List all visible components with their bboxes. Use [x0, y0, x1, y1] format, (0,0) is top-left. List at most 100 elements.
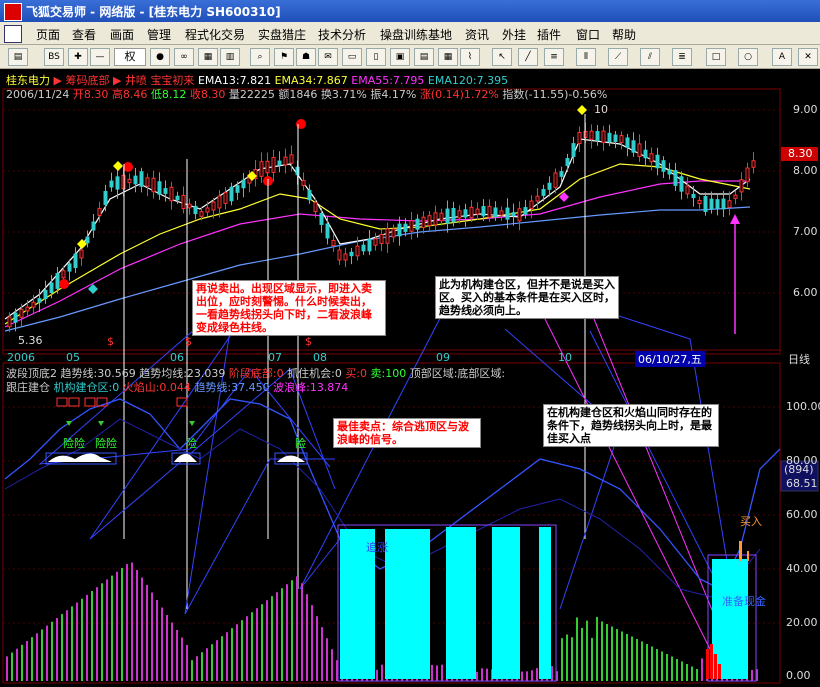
candle-body [499, 210, 504, 216]
candle-body [673, 170, 678, 186]
candle-body [637, 143, 642, 158]
chat-icon[interactable]: ✉ [318, 48, 338, 66]
histogram-bar [326, 638, 328, 681]
histogram-bar [56, 617, 58, 681]
candle-body [19, 308, 24, 318]
bsi-icon[interactable]: BS [44, 48, 64, 66]
candle-body [385, 228, 390, 244]
period-select[interactable]: 权 [114, 48, 146, 66]
ind-y-0: 0.00 [786, 669, 811, 682]
layout2-icon[interactable]: ▯ [366, 48, 386, 66]
rect-tool-icon[interactable]: □ [706, 48, 726, 66]
histogram-bar [311, 605, 313, 681]
candle-body [523, 207, 528, 215]
window-title: 飞狐交易师 - 网络版 - [桂东电力 SH600310] [26, 5, 281, 19]
parallel-tool-icon[interactable]: ≣ [672, 48, 692, 66]
candle-body [361, 244, 366, 252]
candle-body [319, 213, 324, 225]
histogram-bar [131, 562, 133, 681]
candle-body [667, 169, 672, 175]
histogram-bar [256, 608, 258, 681]
menu-help[interactable]: 帮助 [612, 26, 636, 43]
candle-body [313, 201, 318, 213]
candle-body [103, 190, 108, 206]
candle-body [7, 316, 12, 328]
candle-body [259, 161, 264, 177]
candle-body [715, 199, 720, 209]
minus-icon[interactable]: — [90, 48, 110, 66]
histogram-bar [691, 666, 693, 681]
histogram-bar [281, 588, 283, 681]
grid-icon[interactable]: ▦ [198, 48, 218, 66]
toggle-icon[interactable]: ● [150, 48, 170, 66]
menu-window[interactable]: 窗口 [576, 26, 600, 43]
histogram-bar [46, 625, 48, 681]
move-icon[interactable]: ✚ [68, 48, 88, 66]
histogram-bar [531, 670, 533, 681]
channel-tool-icon[interactable]: ⫽ [640, 48, 660, 66]
histogram-bar [616, 629, 618, 681]
date-label-07: 07 [268, 351, 282, 364]
alarm-icon[interactable]: ⚑ [274, 48, 294, 66]
document-icon[interactable] [4, 25, 22, 43]
group-icon[interactable]: ☗ [296, 48, 316, 66]
indicator-line-2: 跟庄建仓 机构建仓区:0 火焰山:0.044 趋势线:37.450 波浪峰:13… [6, 379, 348, 395]
ind-y-40: 40.00 [786, 562, 818, 575]
candle-body [631, 140, 636, 153]
top-zone-boxes [56, 397, 188, 407]
chart-icon[interactable]: ⌇ [460, 48, 480, 66]
menu-view[interactable]: 查看 [72, 26, 96, 43]
menu-screen[interactable]: 画面 [110, 26, 134, 43]
risk-label-3: 险 [186, 437, 197, 450]
y-label-7: 7.00 [793, 225, 818, 238]
hline-tool-icon[interactable]: ≡ [544, 48, 564, 66]
link-icon[interactable]: ∞ [174, 48, 194, 66]
menu-training-base[interactable]: 操盘训练基地 [380, 26, 452, 43]
table-icon[interactable]: ▥ [220, 48, 240, 66]
candle-body [223, 192, 228, 204]
menu-live-hunt[interactable]: 实盘猎庄 [258, 26, 306, 43]
histogram-bar [486, 668, 488, 681]
candle-body [553, 172, 558, 188]
candle-body [703, 196, 708, 212]
chart-area[interactable]: 桂东电力 ▶ 筹码底部 ▶ 井喷 宝宝初来 EMA13:7.821 EMA34:… [0, 69, 820, 687]
menu-technical-analysis[interactable]: 技术分析 [318, 26, 366, 43]
histogram-bar [291, 580, 293, 681]
text-tool-icon[interactable]: A [772, 48, 792, 66]
cursor-icon[interactable]: ↖ [492, 48, 512, 66]
risk-zone-shapes [48, 453, 305, 462]
open-icon[interactable]: ▤ [8, 48, 28, 66]
layout3-icon[interactable]: ▣ [390, 48, 410, 66]
menu-page[interactable]: 页面 [36, 26, 60, 43]
histogram-bar [51, 621, 53, 681]
search-icon[interactable]: ⌕ [250, 48, 270, 66]
menu-bar: 页面 查看 画面 管理 程式化交易 实盘猎庄 技术分析 操盘训练基地 资讯 外挂… [0, 22, 820, 45]
histogram-bar [576, 617, 578, 681]
menu-manage[interactable]: 管理 [147, 26, 171, 43]
ellipse-tool-icon[interactable]: ○ [738, 48, 758, 66]
candle-body [79, 249, 84, 259]
candle-body [31, 301, 36, 308]
histogram-bar [636, 639, 638, 681]
delete-tool-icon[interactable]: ✕ [798, 48, 818, 66]
menu-programmed-trading[interactable]: 程式化交易 [185, 26, 245, 43]
histogram-bar [631, 636, 633, 681]
line-tool-icon[interactable]: ╱ [518, 48, 538, 66]
quote-field-10: 指数(-11.55)-0.56% [502, 88, 608, 101]
layout1-icon[interactable]: ▭ [342, 48, 362, 66]
layout4-icon[interactable]: ▤ [414, 48, 434, 66]
menu-info[interactable]: 资讯 [465, 26, 489, 43]
menu-plugins[interactable]: 插件 [537, 26, 561, 43]
histogram-bar [681, 661, 683, 681]
histogram-bar [166, 615, 168, 681]
candle-body [73, 253, 78, 269]
layout5-icon[interactable]: ▦ [438, 48, 458, 66]
indicator-field2-2: 火焰山:0.044 [122, 381, 195, 394]
fan-tool-icon[interactable]: ⟋ [608, 48, 628, 66]
vlines-tool-icon[interactable]: ⦀ [576, 48, 596, 66]
menu-plugin-ext[interactable]: 外挂 [502, 26, 526, 43]
candle-body [577, 131, 582, 145]
histogram-bar [86, 594, 88, 681]
candle-body [397, 223, 402, 237]
candle-body [151, 177, 156, 193]
